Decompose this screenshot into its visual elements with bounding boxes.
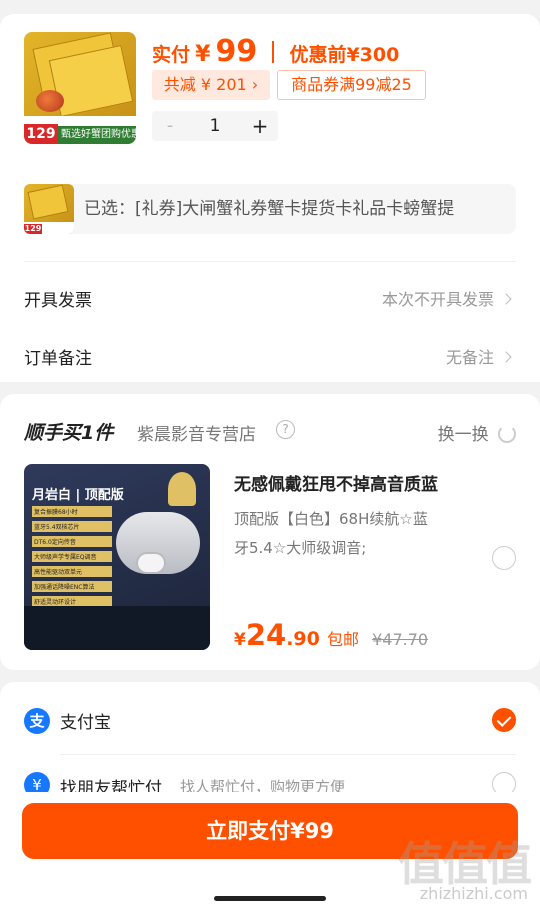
addon-store[interactable]: 紫晨影音专营店 [137, 420, 256, 445]
quantity-value[interactable]: 1 [188, 111, 242, 141]
remark-value: 无备注 [445, 344, 512, 368]
earbud-graphic [136, 552, 166, 574]
price-currency: ¥ [195, 42, 211, 67]
product-image[interactable]: 129 甄选好蟹团购优惠 [24, 32, 136, 144]
invoice-label: 开具发票 [24, 291, 92, 311]
free-shipping-tag: 包邮 [326, 630, 359, 649]
feature-tag: 高性能驱动双单元 [32, 566, 112, 577]
addon-price-int: 24 [245, 618, 287, 652]
original-price: ¥47.70 [372, 630, 429, 649]
invoice-row[interactable]: 开具发票 本次不开具发票 [0, 272, 540, 322]
addon-price-dec: .90 [286, 628, 320, 650]
addon-spec-line-2: 牙5.4☆大师级调音; [234, 539, 367, 557]
addon-price-currency: ¥ [234, 630, 246, 650]
selected-sku-bar[interactable]: 129 已选：[礼券]大闸蟹礼券蟹卡提货卡礼品卡螃蟹提 [24, 184, 516, 234]
friend-pay-row[interactable]: ¥ 找朋友帮忙付 找人帮忙付，购物更方便 [0, 772, 540, 792]
invoice-value: 本次不开具发票 [381, 286, 512, 310]
addon-title: 顺手买1件 [24, 422, 114, 444]
feature-tag: 加强通话降噪ENC算法 [32, 581, 112, 592]
thumb-caption: 甄选好蟹团购优惠 [58, 126, 136, 144]
addon-spec-line-1: 顶配版【白色】68H续航☆蓝 [234, 510, 428, 528]
badge-icon [168, 472, 196, 506]
friend-pay-icon: ¥ [24, 772, 50, 792]
price-value: 99 [215, 34, 258, 69]
remark-label: 订单备注 [24, 349, 92, 369]
product-card: 129 甄选好蟹团购优惠 实付 ¥ 99 优惠前¥300 共减 ¥ 201 › … [0, 14, 540, 382]
refresh-icon [498, 425, 516, 443]
friend-pay-desc: 找人帮忙付，购物更方便 [180, 778, 346, 792]
feature-tag: 大师级声学专属EQ调音 [32, 551, 112, 562]
refresh-button[interactable]: 换一换 [438, 420, 516, 445]
selected-sku-thumb: 129 [24, 184, 74, 234]
selected-sku-text: 已选：[礼券]大闸蟹礼券蟹卡提货卡礼品卡螃蟹提 [84, 199, 455, 219]
coupon-tag[interactable]: 商品券满99减25 [277, 70, 426, 100]
selected-sku-thumb-price: 129 [24, 224, 42, 234]
alipay-icon: 支 [24, 708, 50, 734]
addon-select-radio[interactable] [492, 546, 516, 570]
feature-tag: 蓝牙5.4双核芯片 [32, 521, 112, 532]
addon-price: ¥24.90 包邮 ¥47.70 [234, 618, 428, 652]
top-card-edge [0, 0, 540, 4]
addon-card: 顺手买1件 紫晨影音专营店 ? 换一换 月岩白 | 顶配版 复合振膜68小时 蓝… [0, 394, 540, 670]
invoice-value-text: 本次不开具发票 [381, 290, 494, 309]
watermark-url: zhizhizhi.com [419, 884, 528, 903]
quantity-increase-button[interactable]: + [242, 111, 278, 141]
help-icon[interactable]: ? [276, 420, 295, 439]
refresh-label: 换一换 [437, 425, 489, 445]
chevron-right-icon [500, 293, 512, 305]
price-line: 实付 ¥ 99 优惠前¥300 [152, 34, 399, 70]
home-indicator [214, 896, 326, 901]
friend-pay-label: 找朋友帮忙付 [60, 779, 162, 792]
alipay-radio[interactable] [492, 708, 516, 732]
quantity-stepper: - 1 + [152, 111, 278, 141]
addon-product-title: 无感佩戴狂甩不掉高音质蓝 [234, 475, 438, 495]
remark-row[interactable]: 订单备注 无备注 [0, 330, 540, 380]
price-divider [272, 41, 275, 63]
feature-tag: DT6.0定向传音 [32, 536, 112, 547]
total-discount-tag[interactable]: 共减 ¥ 201 › [152, 70, 270, 100]
friend-pay-radio[interactable] [492, 772, 516, 792]
thumb-price-tag: 129 [24, 124, 58, 144]
pre-discount-price: 优惠前¥300 [289, 44, 400, 66]
tech-logos-strip [24, 606, 210, 650]
price-label: 实付 [152, 44, 191, 66]
bottom-bar: 立即支付¥99 值值值 zhizhizhi.com [0, 792, 540, 916]
addon-image-title: 月岩白 | 顶配版 [32, 488, 124, 503]
alipay-row[interactable]: 支 支付宝 [0, 682, 540, 754]
feature-tag: 复合振膜68小时 [32, 506, 112, 517]
divider [24, 261, 516, 262]
alipay-label: 支付宝 [60, 713, 111, 733]
quantity-decrease-button[interactable]: - [152, 111, 188, 141]
chevron-right-icon [500, 351, 512, 363]
payment-divider [60, 754, 516, 755]
remark-value-text: 无备注 [445, 348, 494, 367]
addon-image-features: 复合振膜68小时 蓝牙5.4双核芯片 DT6.0定向传音 大师级声学专属EQ调音… [32, 506, 112, 611]
payment-card: 支 支付宝 ¥ 找朋友帮忙付 找人帮忙付，购物更方便 [0, 682, 540, 792]
addon-product-image[interactable]: 月岩白 | 顶配版 复合振膜68小时 蓝牙5.4双核芯片 DT6.0定向传音 大… [24, 464, 210, 650]
